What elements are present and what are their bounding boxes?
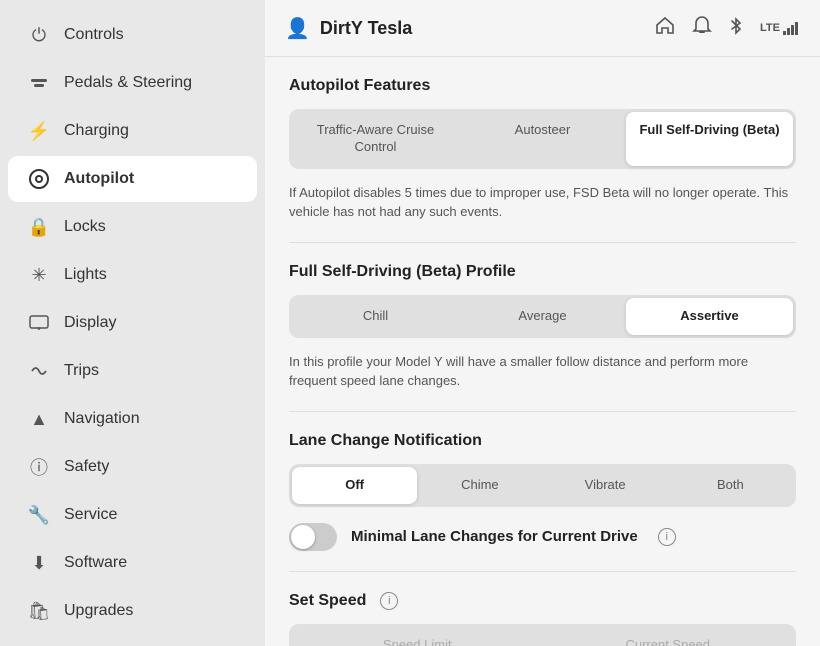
autopilot-features-tabs: Traffic-Aware Cruise Control Autosteer F…: [289, 109, 796, 169]
sidebar-item-label: Upgrades: [64, 602, 133, 620]
home-icon[interactable]: [654, 14, 676, 42]
sidebar-item-lights[interactable]: ✳ Lights: [8, 252, 257, 298]
header-icons: LTE: [654, 14, 800, 42]
header-user: 👤 DirtY Tesla: [285, 16, 412, 41]
sidebar-item-label: Lights: [64, 266, 107, 284]
tab-speed-limit[interactable]: Speed Limit: [292, 627, 543, 646]
locks-icon: 🔒: [28, 216, 50, 238]
toggle-thumb: [291, 525, 315, 549]
sidebar-item-label: Charging: [64, 122, 129, 140]
lights-icon: ✳: [28, 264, 50, 286]
autopilot-description: If Autopilot disables 5 times due to imp…: [289, 183, 796, 222]
sidebar-item-autopilot[interactable]: Autopilot: [8, 156, 257, 202]
tab-chime[interactable]: Chime: [417, 467, 542, 504]
bell-icon[interactable]: [692, 15, 712, 42]
divider-3: [289, 571, 796, 572]
tab-traffic-aware[interactable]: Traffic-Aware Cruise Control: [292, 112, 459, 166]
minimal-lane-toggle[interactable]: [289, 523, 337, 551]
sidebar-item-label: Pedals & Steering: [64, 74, 192, 92]
user-icon: 👤: [285, 16, 310, 41]
navigation-icon: ▲: [28, 408, 50, 430]
pedals-icon: [28, 72, 50, 94]
tab-chill[interactable]: Chill: [292, 298, 459, 335]
safety-icon: ⓘ: [28, 456, 50, 478]
sidebar-item-label: Autopilot: [64, 170, 134, 188]
sidebar-item-label: Safety: [64, 458, 109, 476]
minimal-lane-info-icon[interactable]: i: [658, 528, 676, 546]
sidebar-item-label: Service: [64, 506, 117, 524]
fsd-profile-section: Full Self-Driving (Beta) Profile Chill A…: [289, 263, 796, 391]
fsd-profile-description: In this profile your Model Y will have a…: [289, 352, 796, 391]
software-icon: ⬇: [28, 552, 50, 574]
sidebar-item-locks[interactable]: 🔒 Locks: [8, 204, 257, 250]
tab-current-speed[interactable]: Current Speed: [543, 627, 794, 646]
sidebar-item-software[interactable]: ⬇ Software: [8, 540, 257, 586]
set-speed-title-row: Set Speed i: [289, 592, 796, 610]
sidebar-item-display[interactable]: Display: [8, 300, 257, 346]
controls-icon: ⏻: [28, 24, 50, 46]
sidebar-item-controls[interactable]: ⏻ Controls: [8, 12, 257, 58]
divider-2: [289, 411, 796, 412]
sidebar-item-charging[interactable]: ⚡ Charging: [8, 108, 257, 154]
sidebar-item-trips[interactable]: Trips: [8, 348, 257, 394]
set-speed-info-icon[interactable]: i: [380, 592, 398, 610]
service-icon: 🔧: [28, 504, 50, 526]
upgrades-icon: 🛍: [28, 600, 50, 622]
username: DirtY Tesla: [320, 18, 412, 39]
sidebar-item-navigation[interactable]: ▲ Navigation: [8, 396, 257, 442]
tab-both[interactable]: Both: [668, 467, 793, 504]
set-speed-tabs: Speed Limit Current Speed: [289, 624, 796, 646]
sidebar: ⏻ Controls Pedals & Steering ⚡ Charging …: [0, 0, 265, 646]
sidebar-item-label: Display: [64, 314, 116, 332]
lane-change-section: Lane Change Notification Off Chime Vibra…: [289, 432, 796, 507]
sidebar-item-service[interactable]: 🔧 Service: [8, 492, 257, 538]
tab-fsd[interactable]: Full Self-Driving (Beta): [626, 112, 793, 166]
lte-indicator: LTE: [760, 21, 800, 35]
display-icon: [28, 312, 50, 334]
tab-autosteer[interactable]: Autosteer: [459, 112, 626, 166]
main-content: 👤 DirtY Tesla LTE: [265, 0, 820, 646]
trips-icon: [28, 360, 50, 382]
bluetooth-icon[interactable]: [728, 15, 744, 42]
sidebar-item-upgrades[interactable]: 🛍 Upgrades: [8, 588, 257, 634]
sidebar-item-label: Locks: [64, 218, 106, 236]
fsd-profile-title: Full Self-Driving (Beta) Profile: [289, 263, 796, 281]
divider-1: [289, 242, 796, 243]
tab-average[interactable]: Average: [459, 298, 626, 335]
sidebar-item-label: Trips: [64, 362, 99, 380]
set-speed-title: Set Speed: [289, 592, 366, 610]
charging-icon: ⚡: [28, 120, 50, 142]
fsd-profile-tabs: Chill Average Assertive: [289, 295, 796, 338]
sidebar-item-safety[interactable]: ⓘ Safety: [8, 444, 257, 490]
lane-change-title: Lane Change Notification: [289, 432, 796, 450]
lane-change-tabs: Off Chime Vibrate Both: [289, 464, 796, 507]
tab-off[interactable]: Off: [292, 467, 417, 504]
autopilot-features-title: Autopilot Features: [289, 77, 796, 95]
autopilot-icon: [28, 168, 50, 190]
minimal-lane-changes-row: Minimal Lane Changes for Current Drive i: [289, 523, 796, 551]
minimal-lane-label: Minimal Lane Changes for Current Drive: [351, 528, 638, 545]
tab-assertive[interactable]: Assertive: [626, 298, 793, 335]
sidebar-item-pedals[interactable]: Pedals & Steering: [8, 60, 257, 106]
sidebar-item-label: Navigation: [64, 410, 140, 428]
sidebar-item-label: Controls: [64, 26, 124, 44]
sidebar-item-label: Software: [64, 554, 127, 572]
content-area: Autopilot Features Traffic-Aware Cruise …: [265, 57, 820, 646]
autopilot-features-section: Autopilot Features Traffic-Aware Cruise …: [289, 77, 796, 222]
header: 👤 DirtY Tesla LTE: [265, 0, 820, 57]
tab-vibrate[interactable]: Vibrate: [543, 467, 668, 504]
set-speed-section: Set Speed i Speed Limit Current Speed: [289, 592, 796, 646]
